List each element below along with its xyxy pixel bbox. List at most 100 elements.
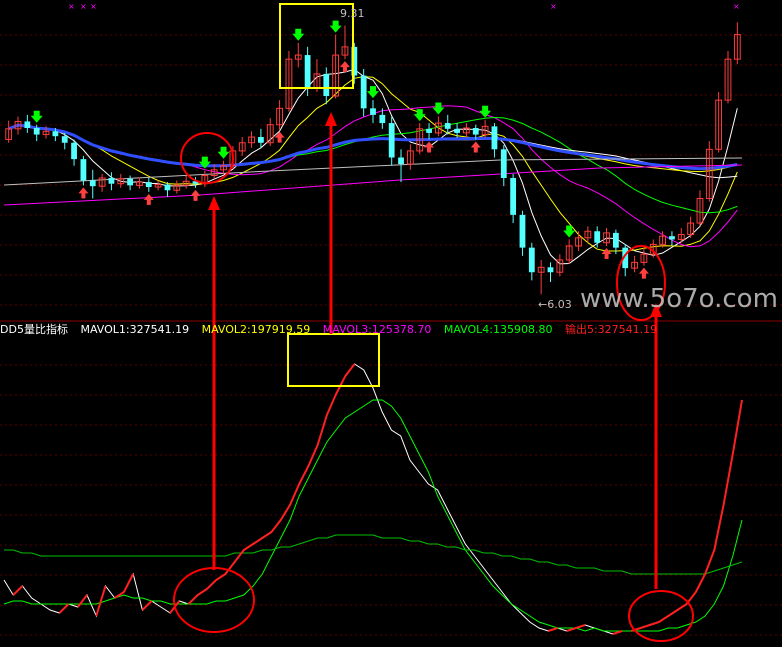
circle-marker	[628, 590, 694, 642]
output5-segment	[547, 627, 558, 632]
output5-segment	[325, 393, 338, 416]
candle-body	[528, 247, 535, 273]
marker-x: ×	[80, 2, 87, 11]
output5-segment	[676, 603, 688, 611]
candle-body	[510, 177, 517, 215]
candle-body	[519, 214, 526, 248]
marker-x: ×	[550, 2, 557, 11]
marker-x: ×	[68, 2, 75, 11]
candle-body	[145, 182, 152, 187]
sell-arrow-icon	[190, 189, 201, 201]
low-value: 6.03	[547, 298, 572, 311]
output5-segment	[694, 573, 706, 593]
candle-body	[258, 137, 264, 143]
highlight-box-indicator	[287, 333, 380, 387]
legend-mavol4: MAVOL4:135908.80	[443, 323, 553, 336]
output5-segment	[649, 621, 660, 626]
output5-segment	[233, 549, 245, 563]
buy-arrow-icon	[292, 28, 305, 41]
ma30-line	[8, 116, 738, 214]
legend-mavol1: MAVOL1:327541.19	[80, 323, 190, 336]
ma60-line	[8, 124, 738, 173]
moving-average-lines	[3, 68, 743, 265]
marker-x: ×	[90, 2, 97, 11]
candle-body	[669, 236, 675, 240]
candle-body	[370, 108, 376, 115]
candle-body	[71, 142, 77, 160]
sell-arrow-icon	[601, 248, 612, 259]
candle-body	[164, 184, 171, 191]
ma20-line	[8, 105, 738, 248]
output5-segment	[252, 537, 263, 545]
sell-arrow-icon	[274, 131, 285, 143]
sell-arrow-icon	[638, 267, 649, 279]
buy-arrow-icon	[30, 110, 43, 123]
candle-body	[500, 149, 507, 178]
candle-body	[323, 73, 330, 97]
candle-body	[472, 128, 479, 135]
ma5-line	[8, 68, 738, 265]
output5-segment	[575, 624, 586, 629]
output5-segment	[658, 615, 669, 623]
buy-arrow-icon	[432, 102, 445, 115]
legend-mavol3: MAVOL3:125378.70	[322, 323, 432, 336]
output5-segment	[667, 609, 678, 617]
output5-segment	[123, 573, 135, 593]
output5-segment	[722, 453, 734, 506]
output5-segment	[270, 519, 282, 533]
candle-body	[398, 157, 404, 165]
candle-body	[61, 136, 68, 143]
buy-arrow-icon	[563, 225, 576, 238]
sell-arrow-icon	[78, 187, 89, 199]
buy-arrow-icon	[329, 20, 342, 33]
mavol1-line	[3, 363, 743, 635]
circle-marker	[173, 567, 255, 633]
output5-segment	[206, 579, 217, 590]
output5-segment	[316, 414, 328, 446]
output5-segment	[731, 399, 743, 455]
legend-output5: 输出5:327541.19	[564, 323, 658, 336]
candle-body	[379, 114, 386, 124]
watermark: www.5o7o.com	[580, 284, 778, 314]
candle-body	[127, 178, 134, 186]
output5-segment	[187, 594, 199, 605]
candle-body	[547, 267, 554, 273]
indicator-name: DD5量比指标	[0, 323, 68, 336]
output5-segment	[261, 531, 273, 539]
low-arrow: ←	[538, 298, 548, 311]
candle-body	[52, 131, 59, 137]
buy-arrow-icon	[217, 146, 230, 159]
candle-body	[388, 123, 395, 158]
indicator-legend: DD5量比指标 MAVOL1:327541.19 MAVOL2:197919.5…	[0, 322, 666, 338]
sell-arrow-icon	[470, 141, 481, 153]
buy-arrow-icon	[367, 86, 379, 99]
candle-body	[108, 177, 115, 184]
output5-segment	[713, 504, 725, 551]
sell-arrow-icon	[339, 61, 350, 73]
candle-body	[304, 55, 311, 88]
mavol4-line	[4, 534, 743, 575]
candle-body	[80, 159, 87, 181]
candle-body	[444, 123, 451, 129]
candle-body	[594, 231, 601, 243]
candle-body	[360, 75, 367, 109]
sell-arrow-icon	[143, 193, 154, 205]
sell-arrow-icon	[424, 141, 435, 153]
candle-body	[33, 128, 40, 135]
legend-mavol2: MAVOL2:197919.59	[201, 323, 311, 336]
candle-body	[612, 232, 619, 248]
indicator-lines	[3, 363, 743, 635]
output5-segment	[12, 585, 24, 596]
marker-x: ×	[733, 2, 740, 11]
output5-segment	[289, 483, 301, 506]
candle-body	[454, 128, 460, 133]
candle-body	[426, 128, 432, 133]
output5-segment	[197, 588, 208, 596]
output5-segment	[640, 624, 651, 629]
high-price-label: 9.31	[340, 7, 365, 20]
ma90-line	[8, 123, 738, 171]
candle-body	[24, 121, 31, 128]
candle-body	[491, 126, 498, 150]
arrow-head-icon	[208, 196, 220, 210]
candle-body	[89, 180, 96, 187]
